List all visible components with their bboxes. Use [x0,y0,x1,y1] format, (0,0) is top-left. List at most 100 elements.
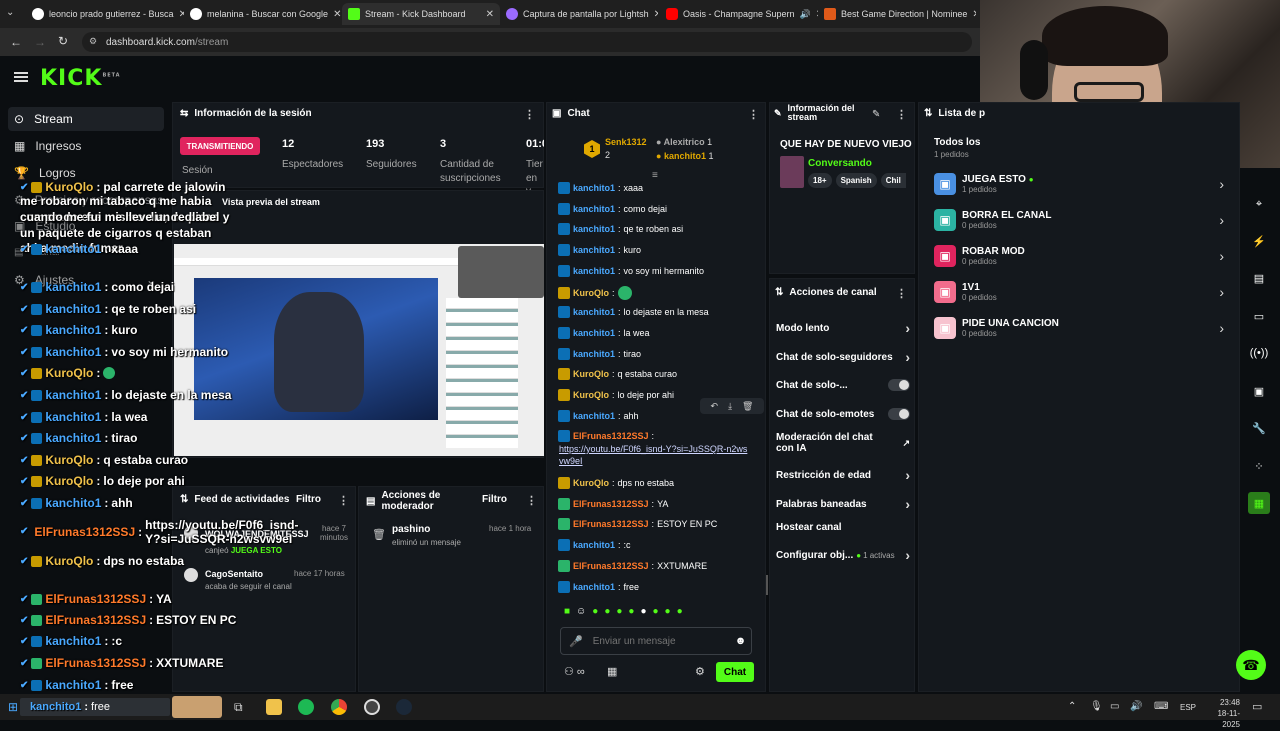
clock[interactable]: 23:48 18-11-2025 [1200,697,1240,731]
browser-tab-active[interactable]: Stream - Kick Dashboard ✕ [342,3,500,25]
stream-preview-video[interactable] [174,244,544,456]
followers-only-row[interactable]: Chat de solo-seguidores › [776,349,910,365]
delete-icon[interactable]: 🗑 [742,401,753,412]
edit-icon[interactable]: ✎ [872,109,880,120]
close-icon[interactable]: ✕ [333,9,341,20]
chat-username[interactable]: kanchito1 [573,349,615,359]
emote-icon[interactable]: ● [592,606,598,620]
emotes-only-toggle[interactable] [888,408,910,420]
reply-icon[interactable]: ↶ [711,401,719,412]
chat-username[interactable]: kanchito1 [573,245,615,255]
reward-item[interactable]: ▣ JUEGA ESTO ● 1 pedidos › [934,169,1224,199]
more-options-icon[interactable]: ⋮ [748,108,759,121]
chat-username[interactable]: KuroQlo [573,369,609,379]
sidebar-item-ingresos[interactable]: ▦ Ingresos [8,134,164,158]
reward-item[interactable]: ▣ BORRA EL CANAL 0 pedidos › [934,205,1224,235]
chat-username[interactable]: kanchito1 [573,411,615,421]
mod-filter-button[interactable]: Filtro [482,494,507,505]
close-icon[interactable]: ✕ [972,9,976,20]
emote-icon[interactable]: ● [677,606,683,620]
task-view-icon[interactable]: ⧉ [234,700,243,715]
host-channel-row[interactable]: Hostear canal [776,522,910,533]
chat-username[interactable]: kanchito1 [573,224,615,234]
emote-icon[interactable]: ● [640,606,646,620]
wrench-icon[interactable]: 🔧 [1248,417,1270,439]
document-icon[interactable]: ▤ [1248,267,1270,289]
chat-username[interactable]: ElFrunas1312SSJ [573,499,649,509]
chat-username[interactable]: kanchito1 [573,266,615,276]
send-chat-button[interactable]: Chat [716,662,754,682]
chat-input[interactable]: 🎤☻ [560,627,752,655]
back-icon[interactable]: ← [10,35,22,49]
chat-username[interactable]: kanchito1 [573,183,615,193]
pin-icon[interactable]: ⤓ [728,401,732,412]
chat-username[interactable]: ElFrunas1312SSJ [573,431,649,441]
forward-icon[interactable]: → [34,35,46,49]
close-icon[interactable]: ✕ [486,9,494,20]
obs-icon[interactable] [364,699,380,715]
reward-item[interactable]: ▣ ROBAR MOD 0 pedidos › [934,241,1224,271]
tray-network-icon[interactable]: ▭ [1110,701,1119,712]
tray-keyboard-icon[interactable]: ⌨ [1154,701,1168,712]
more-options-icon[interactable]: ⋮ [896,108,907,121]
chat-username[interactable]: kanchito1 [573,307,615,317]
rewards-all-label[interactable]: Todos los [934,137,980,148]
target-icon[interactable]: ⌖ [1248,193,1270,215]
sidebar-item-stream[interactable]: ⊙ Stream [8,107,164,131]
chat-input-field[interactable] [592,635,725,647]
kick-logo[interactable]: KICKBETA [40,66,121,91]
url-input[interactable]: dashboard.kick.com/stream [82,32,972,52]
reward-item[interactable]: ▣ PIDE UNA CANCION 0 pedidos › [934,313,1224,343]
emote-icon[interactable]: ● [665,606,671,620]
lightning-icon[interactable]: ⚡ [1248,230,1270,252]
activity-filter-button[interactable]: Filtro [296,494,321,505]
more-options-icon[interactable]: ⋮ [338,494,349,507]
file-explorer-icon[interactable] [266,699,282,715]
reward-item[interactable]: ▣ 1V1 0 pedidos › [934,277,1224,307]
store-icon[interactable]: ▦ [607,665,617,678]
chat-username[interactable]: kanchito1 [573,204,615,214]
spotify-icon[interactable] [298,699,314,715]
taskbar-weather-icon[interactable] [172,696,222,718]
chat-username[interactable]: kanchito1 [573,540,615,550]
emote-icon[interactable]: ● [628,606,634,620]
chat-username[interactable]: ElFrunas1312SSJ [573,561,649,571]
users-group-icon[interactable]: ⁘ [1248,455,1270,477]
emoji-icon[interactable]: ☻ [735,635,747,647]
audio-icon[interactable]: 🔊 [800,9,811,20]
tray-mic-icon[interactable]: 🎙 [1090,701,1103,712]
tray-chevron-icon[interactable]: ⌃ [1068,701,1076,712]
windows-start-icon[interactable]: ⊞ [8,700,18,714]
tray-volume-icon[interactable]: 🔊 [1130,701,1142,712]
video-clip-icon[interactable]: ▦ [1248,492,1270,514]
site-info-icon[interactable]: ⚙ [89,36,97,47]
support-chat-icon[interactable]: ☎ [1236,650,1266,680]
chat-scrollbar[interactable] [766,575,768,595]
tab-list-icon[interactable]: ⌄ [6,7,20,21]
emote-icon[interactable]: ■ [564,606,570,620]
age-restriction-row[interactable]: Restricción de edad › [776,467,910,483]
chat-username[interactable]: kanchito1 [573,328,615,338]
chat-username[interactable]: KuroQlo [573,478,609,488]
browser-tab[interactable]: melanina - Buscar con Google ✕ [184,3,342,25]
chrome-icon[interactable] [331,699,347,715]
more-options-icon[interactable]: ⋮ [896,287,907,300]
layout-icon[interactable]: ▣ [1248,380,1270,402]
menu-icon[interactable] [14,72,28,82]
language-indicator[interactable]: ESP [1180,703,1196,712]
more-options-icon[interactable]: ⋮ [524,108,535,121]
reload-icon[interactable]: ↻ [58,34,68,48]
browser-tab[interactable]: Captura de pantalla por Lightsh ✕ [500,3,658,25]
browser-tab[interactable]: leoncio prado gutierrez - Busca ✕ [26,3,184,25]
notifications-icon[interactable]: ▭ [1252,700,1262,713]
emote-icon[interactable]: ● [653,606,659,620]
chat-settings-icon[interactable]: ⚙ [695,665,705,678]
broadcast-icon[interactable]: ((•)) [1248,342,1270,364]
chat-username[interactable]: kanchito1 [573,582,615,592]
subs-only-toggle[interactable] [888,379,910,391]
close-icon[interactable]: ✕ [654,9,658,20]
banned-words-row[interactable]: Palabras baneadas › [776,496,910,512]
more-options-icon[interactable]: ⋮ [526,494,537,507]
chat-bubble-icon[interactable]: ▭ [1248,305,1270,327]
collapse-icon[interactable]: ≡ [652,170,658,181]
